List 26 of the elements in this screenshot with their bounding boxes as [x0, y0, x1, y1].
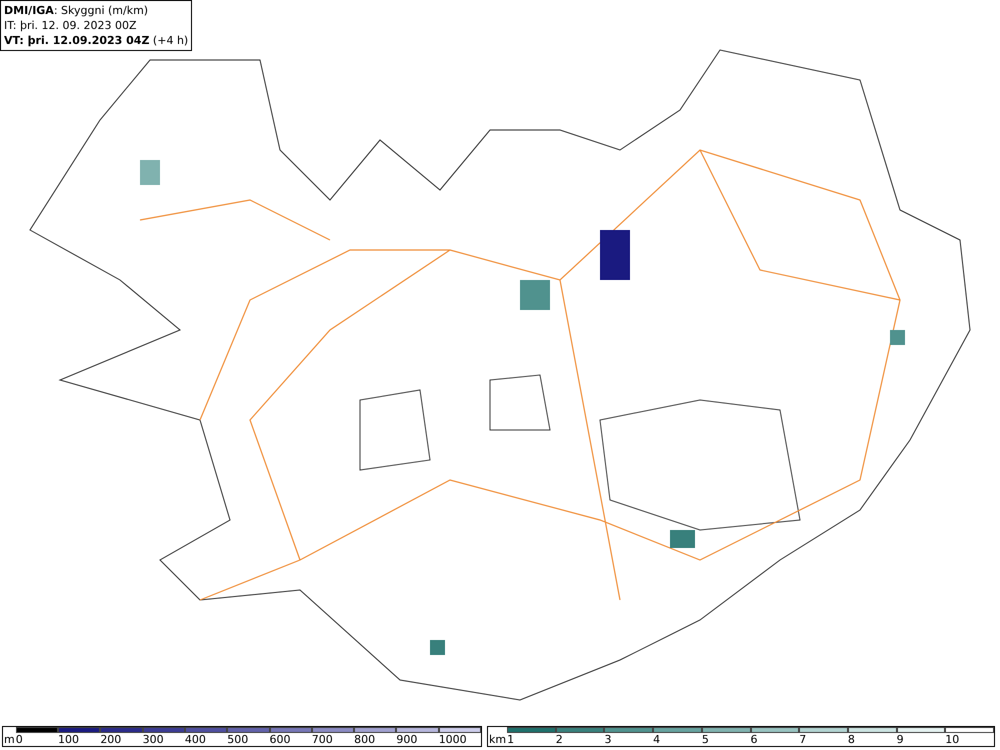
scale-label: 3	[604, 733, 612, 746]
scale-label: 100	[58, 733, 80, 746]
scale-label: 6	[750, 733, 759, 746]
scale-label: 4	[653, 733, 662, 746]
scale-label: 7	[799, 733, 808, 746]
scale-label: 500	[227, 733, 250, 746]
scale-label: 8	[848, 733, 856, 746]
unit-label: km	[488, 733, 508, 746]
unit-label: m	[3, 733, 16, 746]
scale-label: 10	[945, 733, 960, 746]
scale-label: 9	[896, 733, 905, 746]
info-text: VT: þri. 12.09.2023 04Z (+4 h)	[4, 33, 188, 48]
scale-label: 700	[312, 733, 334, 746]
info-text: DMI/IGA: Skyggni (m/km)	[4, 3, 150, 18]
scale-label: 2	[556, 733, 564, 746]
scale-label: 1	[507, 733, 516, 746]
scale-label: 600	[270, 733, 292, 746]
scale-label: 800	[354, 733, 376, 746]
info-text: IT: þri. 12. 09. 2023 00Z	[4, 18, 138, 33]
scale-label: 900	[396, 733, 418, 746]
scale-label: 0	[16, 733, 24, 746]
scale-label: 300	[142, 733, 165, 746]
scale-label: 200	[100, 733, 122, 746]
scale-label: 1000	[438, 733, 468, 746]
scale-label: 5	[702, 733, 710, 746]
scale-label: 400	[184, 733, 207, 746]
